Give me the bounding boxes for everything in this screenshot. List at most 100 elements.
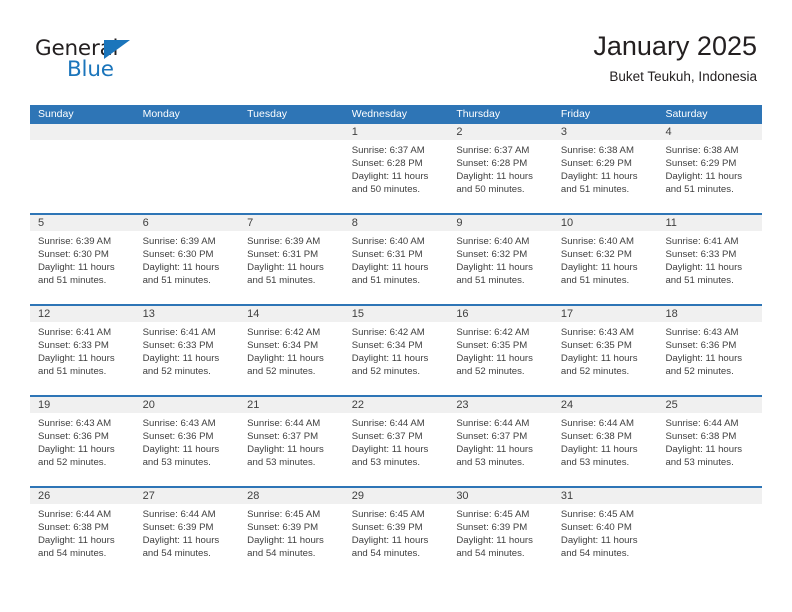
calendar-day-cell[interactable]: 12 Sunrise: 6:41 AM Sunset: 6:33 PM Dayligh…: [30, 306, 135, 395]
day-detail-line: and 51 minutes.: [142, 274, 211, 286]
day-details: Sunrise: 6:43 AM Sunset: 6:35 PM Daylight:…: [553, 323, 658, 379]
calendar-day-cell[interactable]: 7 Sunrise: 6:39 AM Sunset: 6:31 PM Daylight…: [239, 215, 344, 304]
day-detail-line: Sunset: 6:31 PM: [351, 248, 423, 260]
calendar-day-cell[interactable]: 17 Sunrise: 6:43 AM Sunset: 6:35 PM Dayligh…: [552, 306, 658, 395]
day-number: 1: [343, 124, 449, 141]
calendar-day-cell-empty: [30, 124, 135, 213]
calendar-day-cell[interactable]: 28 Sunrise: 6:45 AM Sunset: 6:39 PM Dayligh…: [239, 488, 344, 577]
day-detail-line: Sunrise: 6:44 AM: [142, 509, 216, 520]
calendar-day-cell[interactable]: 11 Sunrise: 6:41 AM Sunset: 6:33 PM Dayligh…: [657, 215, 763, 304]
calendar-day-cell[interactable]: 25 Sunrise: 6:44 AM Sunset: 6:38 PM Dayligh…: [657, 397, 763, 486]
day-detail-line: Sunrise: 6:43 AM: [665, 327, 739, 338]
calendar-day-cell[interactable]: 21 Sunrise: 6:44 AM Sunset: 6:37 PM Dayligh…: [239, 397, 344, 486]
day-details: Sunrise: 6:44 AM Sunset: 6:38 PM Daylight:…: [553, 414, 658, 470]
calendar-day-cell[interactable]: 23 Sunrise: 6:44 AM Sunset: 6:37 PM Dayligh…: [448, 397, 553, 486]
day-detail-line: Sunset: 6:36 PM: [38, 430, 109, 442]
calendar-day-cell[interactable]: 2 Sunrise: 6:37 AM Sunset: 6:28 PM Daylight…: [448, 124, 553, 213]
day-number: 16: [448, 306, 553, 323]
day-detail-line: and 54 minutes.: [247, 547, 316, 559]
day-detail-line: and 53 minutes.: [456, 456, 525, 468]
day-detail-line: Sunset: 6:36 PM: [665, 339, 737, 351]
day-detail-line: Sunset: 6:32 PM: [456, 248, 528, 260]
calendar-week-row: 26 Sunrise: 6:44 AM Sunset: 6:38 PM Dayligh…: [30, 486, 763, 577]
day-number: 10: [552, 215, 658, 232]
day-detail-line: and 50 minutes.: [351, 183, 421, 195]
day-detail-line: Sunset: 6:33 PM: [142, 339, 214, 351]
day-detail-line: Sunset: 6:39 PM: [456, 521, 528, 533]
day-detail-line: Daylight: 11 hours: [351, 443, 429, 455]
day-header-wednesday: Wednesday: [351, 108, 407, 120]
day-number: 4: [657, 124, 763, 141]
day-detail-line: Daylight: 11 hours: [456, 170, 533, 182]
calendar-day-cell[interactable]: 26 Sunrise: 6:44 AM Sunset: 6:38 PM Dayligh…: [30, 488, 135, 577]
day-detail-line: Sunset: 6:28 PM: [456, 157, 528, 169]
day-detail-line: Sunrise: 6:39 AM: [247, 236, 321, 247]
day-detail-line: and 52 minutes.: [38, 456, 107, 468]
calendar-day-cell[interactable]: 14 Sunrise: 6:42 AM Sunset: 6:34 PM Dayligh…: [239, 306, 344, 395]
day-details: [135, 141, 240, 145]
day-number: 12: [30, 306, 135, 323]
calendar-day-cell[interactable]: 18 Sunrise: 6:43 AM Sunset: 6:36 PM Dayligh…: [657, 306, 763, 395]
calendar-week-row: 12 Sunrise: 6:41 AM Sunset: 6:33 PM Dayligh…: [30, 304, 763, 395]
calendar-day-cell-empty: [657, 488, 763, 577]
day-details: Sunrise: 6:39 AM Sunset: 6:30 PM Daylight:…: [30, 232, 135, 288]
day-detail-line: and 52 minutes.: [665, 365, 734, 377]
day-number: 31: [552, 488, 658, 505]
calendar-day-cell[interactable]: 9 Sunrise: 6:40 AM Sunset: 6:32 PM Daylight…: [448, 215, 553, 304]
calendar-day-cell[interactable]: 20 Sunrise: 6:43 AM Sunset: 6:36 PM Dayligh…: [134, 397, 240, 486]
calendar-day-cell[interactable]: 30 Sunrise: 6:45 AM Sunset: 6:39 PM Dayligh…: [448, 488, 553, 577]
day-number: 17: [552, 306, 658, 323]
day-detail-line: Sunrise: 6:39 AM: [38, 236, 112, 247]
day-detail-line: Sunset: 6:30 PM: [38, 248, 109, 260]
day-number: 26: [30, 488, 135, 505]
calendar-day-cell[interactable]: 31 Sunrise: 6:45 AM Sunset: 6:40 PM Dayligh…: [552, 488, 658, 577]
calendar-day-cell[interactable]: 4 Sunrise: 6:38 AM Sunset: 6:29 PM Daylight…: [657, 124, 763, 213]
day-details: Sunrise: 6:44 AM Sunset: 6:38 PM Daylight:…: [657, 414, 762, 470]
day-detail-line: and 54 minutes.: [38, 547, 107, 559]
calendar-day-cell[interactable]: 6 Sunrise: 6:39 AM Sunset: 6:30 PM Daylight…: [134, 215, 240, 304]
day-number: 11: [657, 215, 763, 232]
calendar-day-cell[interactable]: 16 Sunrise: 6:42 AM Sunset: 6:35 PM Dayligh…: [448, 306, 553, 395]
calendar-day-cell[interactable]: 13 Sunrise: 6:41 AM Sunset: 6:33 PM Dayligh…: [134, 306, 240, 395]
day-details: Sunrise: 6:40 AM Sunset: 6:31 PM Daylight:…: [344, 232, 449, 288]
day-details: Sunrise: 6:43 AM Sunset: 6:36 PM Daylight:…: [135, 414, 240, 470]
day-detail-line: Sunrise: 6:45 AM: [247, 509, 321, 520]
day-detail-line: Daylight: 11 hours: [560, 534, 638, 546]
day-number: 23: [448, 397, 553, 414]
day-details: Sunrise: 6:43 AM Sunset: 6:36 PM Daylight:…: [657, 323, 762, 379]
calendar-day-cell[interactable]: 27 Sunrise: 6:44 AM Sunset: 6:39 PM Dayligh…: [134, 488, 240, 577]
day-details: Sunrise: 6:45 AM Sunset: 6:40 PM Daylight:…: [553, 505, 658, 561]
day-number: 14: [239, 306, 344, 323]
day-details: Sunrise: 6:41 AM Sunset: 6:33 PM Daylight:…: [135, 323, 240, 379]
day-detail-line: Sunrise: 6:39 AM: [142, 236, 216, 247]
calendar-day-cell[interactable]: 1 Sunrise: 6:37 AM Sunset: 6:28 PM Daylight…: [343, 124, 449, 213]
day-number: [657, 488, 763, 505]
day-detail-line: Daylight: 11 hours: [351, 170, 429, 182]
day-detail-line: Daylight: 11 hours: [351, 534, 429, 546]
generalblue-logo[interactable]: General Blue: [35, 37, 215, 85]
day-detail-line: Sunrise: 6:45 AM: [560, 509, 634, 520]
day-details: Sunrise: 6:38 AM Sunset: 6:29 PM Daylight:…: [657, 141, 762, 197]
calendar-day-cell[interactable]: 8 Sunrise: 6:40 AM Sunset: 6:31 PM Daylight…: [343, 215, 449, 304]
day-number: 22: [343, 397, 449, 414]
day-detail-line: and 53 minutes.: [142, 456, 211, 468]
calendar-day-cell[interactable]: 10 Sunrise: 6:40 AM Sunset: 6:32 PM Dayligh…: [552, 215, 658, 304]
day-details: Sunrise: 6:39 AM Sunset: 6:31 PM Daylight:…: [239, 232, 344, 288]
calendar-day-cell[interactable]: 24 Sunrise: 6:44 AM Sunset: 6:38 PM Dayligh…: [552, 397, 658, 486]
calendar-day-cell[interactable]: 5 Sunrise: 6:39 AM Sunset: 6:30 PM Daylight…: [30, 215, 135, 304]
day-detail-line: and 51 minutes.: [456, 274, 525, 286]
day-number: 15: [343, 306, 449, 323]
day-detail-line: Sunrise: 6:42 AM: [247, 327, 321, 338]
day-details: [30, 141, 135, 145]
day-header-friday: Friday: [560, 108, 591, 120]
calendar-day-cell[interactable]: 29 Sunrise: 6:45 AM Sunset: 6:39 PM Dayligh…: [343, 488, 449, 577]
day-detail-line: Sunrise: 6:40 AM: [560, 236, 634, 247]
calendar-day-cell[interactable]: 19 Sunrise: 6:43 AM Sunset: 6:36 PM Dayligh…: [30, 397, 135, 486]
day-detail-line: Daylight: 11 hours: [560, 261, 638, 273]
day-detail-line: and 54 minutes.: [142, 547, 211, 559]
calendar-day-cell[interactable]: 15 Sunrise: 6:42 AM Sunset: 6:34 PM Dayligh…: [343, 306, 449, 395]
day-detail-line: Sunrise: 6:43 AM: [560, 327, 634, 338]
calendar-day-cell[interactable]: 22 Sunrise: 6:44 AM Sunset: 6:37 PM Dayligh…: [343, 397, 449, 486]
day-detail-line: Daylight: 11 hours: [38, 534, 115, 546]
calendar-day-cell[interactable]: 3 Sunrise: 6:38 AM Sunset: 6:29 PM Daylight…: [552, 124, 658, 213]
